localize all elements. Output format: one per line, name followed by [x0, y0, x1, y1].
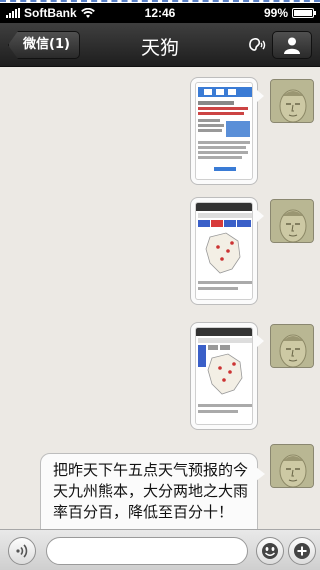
profile-button[interactable]	[272, 31, 312, 59]
image-thumbnail	[195, 327, 253, 425]
buddha-avatar-icon	[271, 445, 313, 487]
weather-map-screenshot	[196, 203, 252, 290]
add-button[interactable]	[288, 537, 316, 565]
battery-percent: 99%	[263, 6, 288, 20]
image-thumbnail	[195, 202, 253, 300]
smiley-icon	[262, 543, 278, 559]
plus-icon	[294, 543, 310, 559]
chat-area[interactable]: 把昨天下午五点天气预报的今天九州熊本，大分两地之大雨率百分百，降低至百分十！	[0, 67, 320, 529]
emoji-button[interactable]	[256, 537, 284, 565]
message-input[interactable]	[46, 537, 248, 565]
voice-icon	[16, 544, 28, 558]
avatar[interactable]	[270, 199, 314, 243]
avatar[interactable]	[270, 444, 314, 488]
image-message[interactable]	[190, 77, 264, 185]
voice-button[interactable]	[8, 537, 36, 565]
bubble-tail	[256, 467, 265, 481]
ear-speaker-icon[interactable]	[246, 35, 266, 55]
image-message[interactable]	[190, 197, 264, 305]
person-icon	[284, 37, 300, 54]
avatar[interactable]	[270, 79, 314, 123]
input-bar	[0, 529, 320, 570]
status-bar: SoftBank 12:46 99%	[0, 3, 320, 23]
buddha-avatar-icon	[271, 80, 313, 122]
buddha-avatar-icon	[271, 325, 313, 367]
image-thumbnail	[195, 82, 253, 180]
avatar[interactable]	[270, 324, 314, 368]
battery-status: 99%	[263, 6, 316, 20]
nav-bar: 微信(1) 天狗	[0, 23, 320, 67]
image-message[interactable]	[190, 322, 264, 430]
buddha-avatar-icon	[271, 200, 313, 242]
battery-icon	[292, 8, 316, 18]
weather-map-screenshot	[196, 328, 252, 413]
web-screenshot	[198, 87, 252, 171]
text-message[interactable]: 把昨天下午五点天气预报的今天九州熊本，大分两地之大雨率百分百，降低至百分十！	[40, 453, 258, 529]
